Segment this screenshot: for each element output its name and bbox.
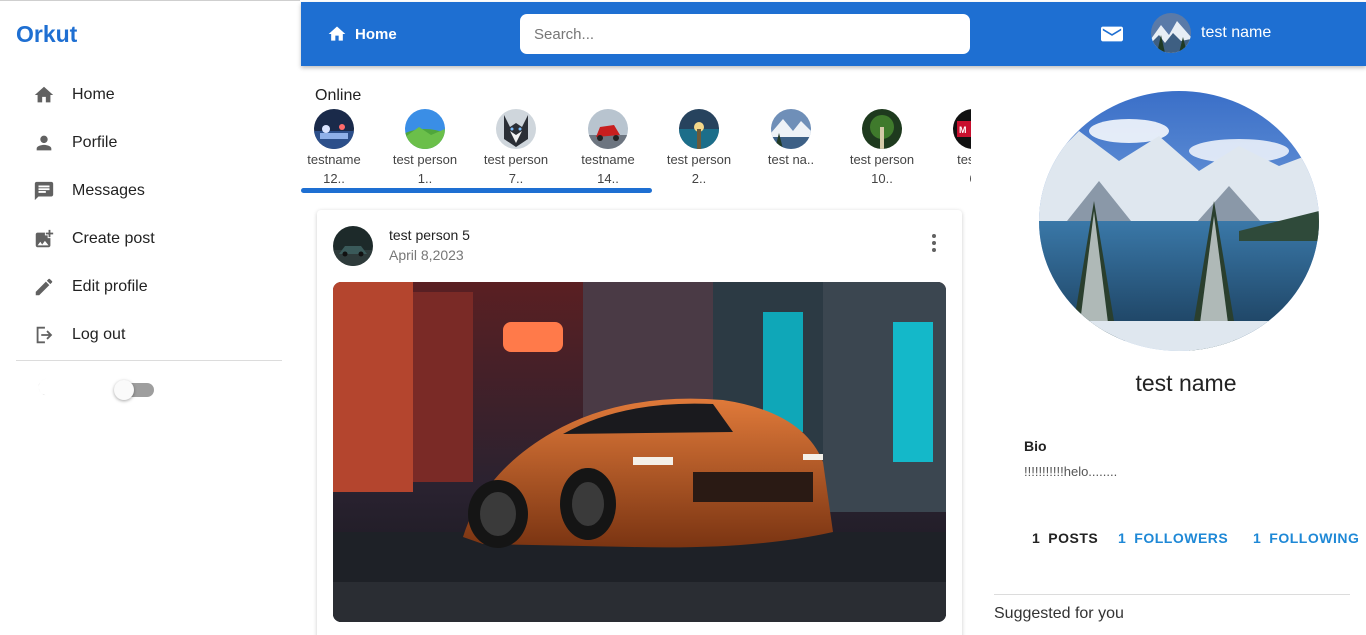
profile-divider	[994, 594, 1350, 595]
avatar	[333, 226, 373, 266]
sidebar-item-home[interactable]: Home	[16, 71, 282, 119]
avatar	[588, 109, 628, 149]
online-user[interactable]: testname 12..	[301, 108, 369, 187]
avatar: M	[953, 109, 971, 149]
svg-text:M: M	[959, 125, 967, 135]
online-user-suffix: 10..	[871, 171, 893, 186]
profile-name: test name	[1135, 370, 1237, 396]
home-icon	[328, 26, 346, 41]
sidebar-item-profile[interactable]: Porfile	[16, 119, 282, 167]
moon-icon	[34, 376, 56, 403]
online-user-name: testname	[581, 152, 635, 167]
sidebar-item-edit-profile[interactable]: Edit profile	[16, 263, 282, 311]
online-user-name: test person	[483, 152, 549, 167]
dark-mode-toggle[interactable]	[114, 379, 154, 400]
avatar	[405, 109, 445, 149]
avatar	[314, 109, 354, 149]
chat-icon	[16, 180, 72, 202]
bio-label: Bio	[1024, 438, 1047, 454]
more-options-button[interactable]	[926, 232, 942, 254]
online-user-suffix: 2..	[691, 171, 707, 186]
online-user[interactable]: test person 1..	[390, 108, 460, 187]
online-user[interactable]: M test p 6	[938, 108, 971, 187]
online-title: Online	[315, 87, 362, 104]
online-user[interactable]: testname 14..	[573, 108, 643, 187]
pencil-icon	[16, 276, 72, 298]
header-home-label: Home	[355, 25, 397, 43]
sidebar-item-label: Home	[72, 86, 115, 103]
following-label: FOLLOWING	[1269, 530, 1360, 546]
post-date: April 8,2023	[389, 247, 464, 263]
user-menu[interactable]: test name	[1151, 13, 1271, 53]
sidebar: Orkut Home Porfile Messages Create post …	[0, 0, 300, 635]
online-user-name: testname	[307, 152, 361, 167]
sidebar-item-label: Porfile	[72, 134, 118, 151]
avatar	[496, 109, 536, 149]
online-user-suffix: 6	[938, 170, 971, 187]
page: Orkut Home Porfile Messages Create post …	[0, 0, 1366, 635]
avatar	[1151, 13, 1191, 53]
add-photo-icon	[16, 228, 72, 250]
online-user-name: test person	[666, 152, 732, 167]
online-user[interactable]: test person 2..	[664, 108, 734, 187]
sidebar-item-label: Messages	[72, 182, 145, 199]
online-scrollbar[interactable]	[301, 188, 652, 193]
sidebar-nav: Home Porfile Messages Create post Edit p…	[16, 71, 282, 359]
sidebar-divider	[16, 360, 282, 361]
online-users-strip[interactable]: testname 12.. test person 1.. test perso…	[301, 108, 971, 190]
avatar	[771, 109, 811, 149]
online-user[interactable]: test na..	[756, 108, 826, 170]
logout-icon	[16, 324, 72, 346]
top-bar: Home test name	[301, 2, 1366, 66]
suggested-title: Suggested for you	[994, 605, 1124, 622]
followers-label: FOLLOWERS	[1134, 530, 1229, 546]
home-icon	[16, 84, 72, 106]
online-user-suffix: 1..	[417, 171, 433, 186]
app-logo[interactable]: Orkut	[16, 21, 77, 48]
online-user-suffix: 14..	[597, 171, 619, 186]
online-user-suffix: 7..	[508, 171, 524, 186]
mail-icon	[1101, 26, 1123, 42]
person-icon	[16, 132, 72, 154]
followers-button[interactable]: 1 FOLLOWERS	[1118, 530, 1228, 546]
profile-picture[interactable]	[1039, 91, 1319, 351]
bio-text: !!!!!!!!!!!helo........	[1024, 464, 1118, 479]
avatar	[862, 109, 902, 149]
online-user-name: test p	[957, 152, 971, 167]
following-button[interactable]: 1 FOLLOWING	[1253, 530, 1359, 546]
avatar	[679, 109, 719, 149]
post-card: test person 5 April 8,2023	[317, 210, 962, 635]
sidebar-item-label: Log out	[72, 326, 126, 343]
online-user-suffix: 12..	[323, 171, 345, 186]
more-vert-icon	[932, 234, 936, 252]
posts-label: POSTS	[1048, 530, 1099, 546]
online-user-name: test person	[849, 152, 915, 167]
post-author[interactable]: test person 5	[389, 227, 470, 243]
sidebar-item-messages[interactable]: Messages	[16, 167, 282, 215]
posts-count: 1	[1032, 530, 1041, 546]
sidebar-item-create-post[interactable]: Create post	[16, 215, 282, 263]
following-count: 1	[1253, 530, 1262, 546]
posts-count-button[interactable]: 1 POSTS	[1032, 530, 1098, 546]
sidebar-item-label: Create post	[72, 230, 155, 247]
mail-button[interactable]	[1101, 24, 1123, 49]
theme-row	[34, 376, 154, 403]
sidebar-item-label: Edit profile	[72, 278, 148, 295]
toggle-knob	[114, 379, 134, 400]
followers-count: 1	[1118, 530, 1127, 546]
online-user-name: test na..	[767, 152, 815, 167]
online-user[interactable]: test person 7..	[481, 108, 551, 187]
sidebar-item-logout[interactable]: Log out	[16, 311, 282, 359]
online-user[interactable]: test person 10..	[847, 108, 917, 187]
online-user-name: test person	[392, 152, 458, 167]
header-home-link[interactable]: Home	[327, 24, 397, 44]
search-input[interactable]	[520, 14, 970, 54]
post-image[interactable]	[333, 282, 946, 622]
user-name: test name	[1201, 24, 1272, 41]
